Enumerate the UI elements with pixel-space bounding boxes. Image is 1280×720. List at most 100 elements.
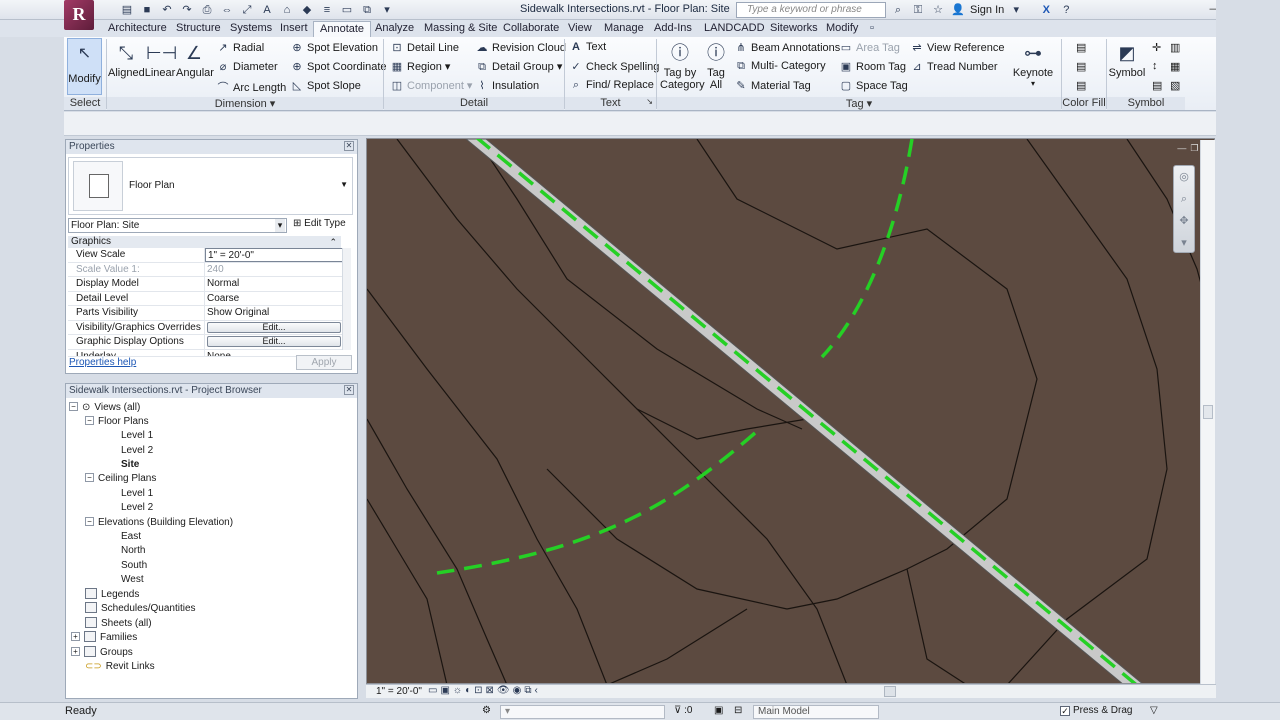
thin-lines-icon[interactable]: ≡ <box>318 2 336 18</box>
tab-add-ins[interactable]: Add-Ins <box>648 21 698 37</box>
color-fill-legend-icon[interactable]: ▤ <box>1076 41 1086 54</box>
diameter-dimension-button[interactable]: ⌀ Diameter <box>216 60 278 73</box>
apply-button[interactable]: Apply <box>296 355 352 370</box>
help-icon[interactable]: ? <box>1058 2 1074 18</box>
check-spelling-button[interactable]: ✓ Check Spelling <box>569 60 659 73</box>
angular-dimension-button[interactable]: ∠ Angular <box>176 41 214 79</box>
spot-slope-button[interactable]: ◺ Spot Slope <box>290 79 361 92</box>
filter-icon[interactable]: ⊽ <box>674 705 681 716</box>
region-button[interactable]: ▦ Region ▾ <box>390 60 451 73</box>
instance-filter-select[interactable]: Floor Plan: Site <box>68 218 287 233</box>
find-replace-button[interactable]: ⌕ Find/ Replace <box>569 79 654 92</box>
display-model-field[interactable]: Normal <box>205 277 343 291</box>
zoom-icon[interactable]: ⌕ <box>1174 188 1194 210</box>
filter-selection-icon[interactable]: ▽ <box>1150 705 1158 716</box>
multi-category-button[interactable]: ⧉ Multi- Category <box>734 60 826 73</box>
span-direction-icon[interactable]: ✛ <box>1152 41 1161 54</box>
tab-manage[interactable]: Manage <box>598 21 650 37</box>
detail-group-button[interactable]: ⧉ Detail Group ▾ <box>475 60 562 74</box>
temporary-hide-icon[interactable]: 👁 <box>497 685 510 696</box>
arc-length-button[interactable]: ⌒ Arc Length <box>216 79 287 95</box>
properties-scrollbar[interactable] <box>342 248 351 350</box>
tree-legends[interactable]: Legends <box>85 588 139 602</box>
view-scale-control[interactable]: 1" = 20'-0" <box>376 686 422 697</box>
tree-views-all[interactable]: − ⊙ Views (all) <box>69 401 140 415</box>
tab-siteworks[interactable]: Siteworks <box>764 21 824 37</box>
show-crop-icon[interactable]: ⊠ <box>486 685 494 696</box>
undo-icon[interactable]: ↶ <box>158 2 176 18</box>
sun-path-icon[interactable]: ☼ <box>453 685 462 696</box>
text-icon[interactable]: A <box>258 2 276 18</box>
tree-floor-plan-level-1[interactable]: Level 1 <box>121 429 153 443</box>
area-reinforcement-icon[interactable]: ▦ <box>1170 60 1180 73</box>
view-restore-icon[interactable]: ❐ <box>1190 143 1198 154</box>
measure-icon[interactable]: ⇔ <box>218 2 236 18</box>
tab-systems[interactable]: Systems <box>224 21 278 37</box>
insulation-button[interactable]: ⌇ Insulation <box>475 79 539 92</box>
tree-ceiling-plans[interactable]: − Ceiling Plans <box>85 472 156 486</box>
view-minimize-icon[interactable]: — <box>1177 143 1186 154</box>
tread-number-button[interactable]: ⊿ Tread Number <box>910 60 997 73</box>
align-dimension-icon[interactable]: ⤢ <box>238 2 256 18</box>
tab-massing-site[interactable]: Massing & Site <box>418 21 503 37</box>
user-icon[interactable]: 👤 <box>950 2 966 18</box>
visual-style-icon[interactable]: ▣ <box>440 685 449 696</box>
tree-sheets[interactable]: Sheets (all) <box>85 617 152 631</box>
section-icon[interactable]: ◆ <box>298 2 316 18</box>
tree-elevation-east[interactable]: East <box>121 530 141 544</box>
expand-icon[interactable]: + <box>71 647 80 656</box>
tab-landcadd[interactable]: LANDCADD <box>698 21 771 37</box>
subscription-icon[interactable]: ⚿ <box>910 2 926 18</box>
tree-groups[interactable]: + Groups <box>71 646 133 660</box>
area-tag-button[interactable]: ▭ Area Tag <box>839 41 900 54</box>
close-hidden-icon[interactable]: ▭ <box>338 2 356 18</box>
steering-wheel-icon[interactable]: ◎ <box>1174 166 1194 188</box>
spot-elevation-button[interactable]: ⊕ Spot Elevation <box>290 41 378 54</box>
crop-view-icon[interactable]: ⊡ <box>474 685 482 696</box>
tree-floor-plan-level-2[interactable]: Level 2 <box>121 444 153 458</box>
view-bar-more-icon[interactable]: ‹ <box>534 685 537 696</box>
shadows-icon[interactable]: ◐ <box>465 685 471 696</box>
linear-dimension-button[interactable]: ⊢⊣ Linear <box>144 41 178 79</box>
parts-visibility-field[interactable]: Show Original <box>205 306 343 320</box>
tab-structure[interactable]: Structure <box>170 21 227 37</box>
3d-view-icon[interactable]: ⌂ <box>278 2 296 18</box>
revision-cloud-button[interactable]: ☁ Revision Cloud <box>475 41 566 54</box>
collapse-icon[interactable]: − <box>85 517 94 526</box>
collapse-icon[interactable]: − <box>85 416 94 425</box>
worksets-icon[interactable]: ⚙ <box>482 705 491 716</box>
tag-by-category-button[interactable]: ⓘ Tag by Category <box>658 41 705 91</box>
tab-collaborate[interactable]: Collaborate <box>497 21 565 37</box>
switch-windows-icon[interactable]: ⧉ <box>358 2 376 18</box>
beam-system-icon[interactable]: ▥ <box>1170 41 1180 54</box>
radial-dimension-button[interactable]: ↗ Radial <box>216 41 264 54</box>
space-tag-button[interactable]: ▢ Space Tag <box>839 79 908 92</box>
pan-icon[interactable]: ✥ <box>1174 210 1194 232</box>
ribbon-minimize-icon[interactable]: ▫ <box>870 22 874 34</box>
navbar-options-icon[interactable]: ▾ <box>1174 232 1194 254</box>
close-icon[interactable]: ✕ <box>344 141 354 151</box>
text-settings-arrow-icon[interactable]: ↘ <box>646 97 653 106</box>
redo-icon[interactable]: ↷ <box>178 2 196 18</box>
tree-schedules[interactable]: Schedules/Quantities <box>85 602 196 616</box>
press-drag-toggle[interactable]: ✓ Press & Drag <box>1060 705 1132 716</box>
tree-ceiling-level-1[interactable]: Level 1 <box>121 487 153 501</box>
tree-floor-plan-site[interactable]: Site <box>121 458 139 472</box>
component-button[interactable]: ◫ Component ▾ <box>390 79 473 92</box>
detail-line-button[interactable]: ⊡ Detail Line <box>390 41 459 54</box>
tree-elevation-south[interactable]: South <box>121 559 147 573</box>
collapse-icon[interactable]: ⌃ <box>329 236 337 248</box>
editable-only-icon[interactable]: ▣ <box>714 705 723 716</box>
duct-legend-icon[interactable]: ▤ <box>1076 60 1086 73</box>
pipe-legend-icon[interactable]: ▤ <box>1076 79 1086 92</box>
tree-elevation-north[interactable]: North <box>121 544 145 558</box>
graphic-display-edit-button[interactable]: Edit... <box>207 336 341 347</box>
help-search-input[interactable]: Type a keyword or phrase <box>736 2 886 18</box>
tab-architecture[interactable]: Architecture <box>102 21 173 37</box>
tab-modify[interactable]: Modify <box>820 21 864 37</box>
vg-overrides-edit-button[interactable]: Edit... <box>207 321 341 333</box>
spot-coordinate-button[interactable]: ⊕ Spot Coordinate <box>290 60 386 73</box>
panel-title-dimension[interactable]: Dimension ▾ <box>107 97 383 110</box>
favorites-icon[interactable]: ☆ <box>930 2 946 18</box>
type-selector-dropdown-icon[interactable]: ▼ <box>340 180 348 189</box>
